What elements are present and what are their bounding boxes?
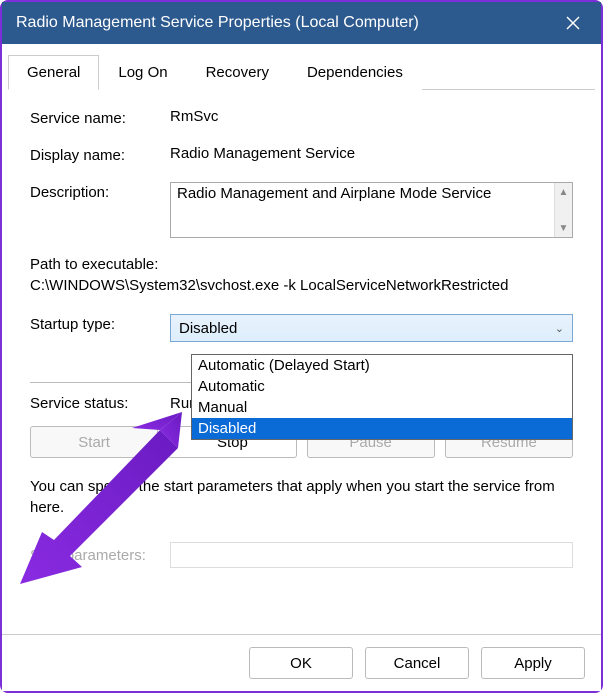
tab-general[interactable]: General [8,55,99,90]
path-label: Path to executable: [30,256,573,273]
start-parameters-note: You can specify the start parameters tha… [30,476,573,518]
close-button[interactable] [545,2,601,44]
dialog-footer: OK Cancel Apply [2,634,601,691]
startup-option-auto[interactable]: Automatic [192,376,572,397]
start-parameters-input [170,542,573,568]
start-parameters-label: Start parameters: [30,547,170,564]
startup-option-manual[interactable]: Manual [192,397,572,418]
startup-option-auto-delayed[interactable]: Automatic (Delayed Start) [192,355,572,376]
display-name-value: Radio Management Service [170,145,573,162]
general-panel: Service name: RmSvc Display name: Radio … [8,108,595,568]
titlebar[interactable]: Radio Management Service Properties (Loc… [2,2,601,44]
service-name-label: Service name: [30,108,170,127]
path-value: C:\WINDOWS\System32\svchost.exe -k Local… [30,277,573,294]
startup-selected-value: Disabled [179,320,237,337]
chevron-down-icon: ⌄ [555,322,564,335]
tab-logon[interactable]: Log On [99,55,186,90]
tab-bar: General Log On Recovery Dependencies [8,54,595,90]
startup-type-dropdown[interactable]: Automatic (Delayed Start) Automatic Manu… [191,354,573,440]
startup-type-select[interactable]: Disabled ⌄ [170,314,573,342]
apply-button[interactable]: Apply [481,647,585,679]
startup-type-label: Startup type: [30,314,170,333]
service-status-label: Service status: [30,395,170,412]
scroll-up-icon[interactable]: ▲ [555,183,572,201]
service-name-value: RmSvc [170,108,573,125]
description-text: Radio Management and Airplane Mode Servi… [171,183,554,237]
tab-dependencies[interactable]: Dependencies [288,55,422,90]
scroll-down-icon[interactable]: ▼ [555,219,572,237]
ok-button[interactable]: OK [249,647,353,679]
display-name-label: Display name: [30,145,170,164]
start-button: Start [30,426,158,458]
description-box: Radio Management and Airplane Mode Servi… [170,182,573,238]
description-label: Description: [30,182,170,201]
close-icon [566,16,580,30]
tab-recovery[interactable]: Recovery [187,55,288,90]
description-scrollbar[interactable]: ▲ ▼ [554,183,572,237]
window-title: Radio Management Service Properties (Loc… [16,14,419,32]
cancel-button[interactable]: Cancel [365,647,469,679]
startup-option-disabled[interactable]: Disabled [192,418,572,439]
